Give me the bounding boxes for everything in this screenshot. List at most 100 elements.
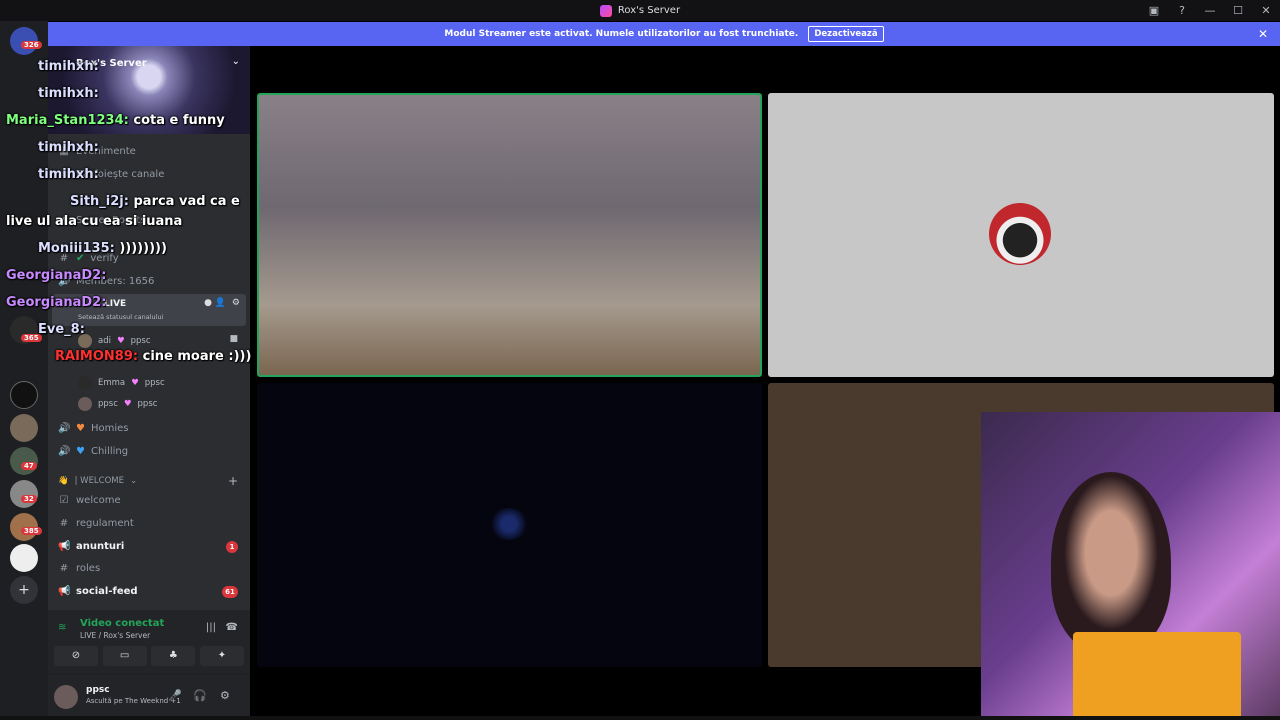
close-icon[interactable]: ✕ bbox=[1252, 4, 1280, 17]
banner-text: Modul Streamer este activat. Numele util… bbox=[444, 29, 799, 39]
check-icon: ✔ bbox=[76, 253, 85, 264]
avatar bbox=[78, 397, 92, 411]
video-tile-speaking[interactable] bbox=[257, 93, 762, 377]
channel-live-selected[interactable]: LIVE Setează statusul canalului ⚙ 👤 ● bbox=[52, 294, 246, 326]
minimize-icon[interactable]: — bbox=[1196, 4, 1224, 17]
server-icon-5[interactable] bbox=[10, 480, 38, 508]
voice-user[interactable]: Emma ♥ ppsc bbox=[78, 376, 165, 390]
settings-icon[interactable]: ⚙ bbox=[220, 689, 230, 702]
voice-channel-homies[interactable]: 🔊 ♥ Homies bbox=[58, 423, 129, 434]
user-activity: Ascultă pe The Weeknd +1 bbox=[86, 697, 181, 705]
browse-channels-item[interactable]: ≡ Răsfoiește canale bbox=[58, 169, 165, 180]
add-channel-icon[interactable]: + bbox=[228, 474, 238, 488]
settings-icon[interactable]: ⚙ bbox=[232, 298, 240, 308]
mic-icon[interactable]: 🎤 bbox=[168, 689, 182, 702]
help-icon[interactable]: ? bbox=[1168, 4, 1196, 17]
heart-icon: ♥ bbox=[76, 446, 85, 457]
heart-icon: ♥ bbox=[131, 378, 139, 388]
server-icon-3[interactable] bbox=[10, 414, 38, 442]
heart-icon: ♥ bbox=[116, 336, 125, 346]
avatar[interactable] bbox=[54, 685, 78, 709]
inbox-icon[interactable]: ▣ bbox=[1140, 4, 1168, 17]
invite-icon[interactable]: 👤 bbox=[215, 298, 226, 308]
server-icon-7[interactable] bbox=[10, 544, 38, 572]
camera-off-button[interactable]: ⊘ bbox=[54, 646, 98, 666]
title-bar: Rox's Server ▣ ? — ☐ ✕ bbox=[0, 0, 1280, 21]
window-title: Rox's Server bbox=[617, 5, 681, 16]
calendar-icon: ▦ bbox=[59, 146, 69, 157]
rules-icon: ☑ bbox=[59, 495, 69, 506]
server-icon bbox=[599, 4, 612, 17]
webcam-box bbox=[1073, 632, 1241, 720]
heart-icon: ♥ bbox=[76, 423, 85, 434]
add-server-icon[interactable]: + bbox=[10, 576, 38, 604]
signal-icon[interactable]: ≋ bbox=[58, 622, 66, 633]
server-badge: 365 bbox=[21, 334, 42, 342]
server-icon-w2g[interactable] bbox=[10, 381, 38, 409]
noise-suppression-icon[interactable]: ||| bbox=[206, 622, 216, 633]
disconnect-icon[interactable]: ☎ bbox=[226, 622, 238, 633]
channel-status-hint[interactable]: Setează statusul canalului bbox=[78, 313, 163, 321]
channel-verify[interactable]: # ✔ verify bbox=[58, 253, 119, 264]
chevron-down-icon[interactable]: ⌄ bbox=[232, 56, 240, 67]
headphones-icon[interactable]: 🎧 bbox=[193, 689, 207, 702]
activities-button[interactable]: ♣ bbox=[151, 646, 196, 666]
avatar bbox=[78, 376, 92, 390]
server-banner: Rox's Server ⌄ bbox=[48, 46, 250, 134]
soundboard-button[interactable]: ✦ bbox=[199, 646, 244, 666]
video-tile-avatar[interactable] bbox=[768, 93, 1274, 377]
browse-icon: ≡ bbox=[59, 169, 69, 180]
server-rail: 326 365 47 32 385 + bbox=[0, 21, 48, 720]
voice-user[interactable]: ppsc ♥ ppsc bbox=[78, 397, 157, 411]
screen-share-button[interactable]: ▭ bbox=[102, 646, 147, 666]
boosts-item[interactable]: ◆ Server Boosts bbox=[58, 215, 145, 226]
avatar bbox=[78, 334, 92, 348]
hash-icon: # bbox=[59, 563, 69, 574]
boost-icon: ◆ bbox=[60, 215, 68, 226]
server-badge: 47 bbox=[21, 462, 37, 470]
channel-roles[interactable]: # roles bbox=[58, 563, 100, 574]
unread-badge: 61 bbox=[222, 586, 238, 598]
video-tile-dark[interactable] bbox=[257, 383, 762, 667]
announcement-icon: 📢 bbox=[58, 586, 71, 597]
banner-close-icon[interactable]: ✕ bbox=[1258, 27, 1268, 41]
voice-user[interactable]: adi ♥ ppsc bbox=[78, 334, 151, 348]
category-welcome[interactable]: 👋 | WELCOME ⌄ bbox=[58, 476, 137, 486]
live-channel-label: LIVE bbox=[104, 299, 127, 309]
camera-icon: ■ bbox=[229, 334, 238, 344]
members-counter[interactable]: 🔊 Members: 1656 bbox=[58, 276, 154, 287]
webcam-person bbox=[1051, 472, 1171, 652]
maximize-icon[interactable]: ☐ bbox=[1224, 4, 1252, 17]
speaker-icon: 🔊 bbox=[58, 446, 71, 457]
hash-icon: # bbox=[59, 253, 69, 264]
server-badge: 32 bbox=[21, 495, 37, 503]
channel-sidebar: Rox's Server ⌄ ▦ Evenimente ≡ Răsfoiește… bbox=[48, 46, 250, 720]
streamer-mode-banner: Modul Streamer este activat. Numele util… bbox=[48, 22, 1280, 46]
username[interactable]: ppsc bbox=[86, 685, 110, 695]
channel-regulament[interactable]: # regulament bbox=[58, 518, 134, 529]
server-icon-4[interactable] bbox=[10, 447, 38, 475]
hash-icon: # bbox=[59, 518, 69, 529]
avatar bbox=[989, 203, 1051, 265]
server-name[interactable]: Rox's Server bbox=[76, 58, 147, 69]
channel-anunturi[interactable]: 📢 anunturi bbox=[58, 541, 124, 552]
voice-channel-chilling[interactable]: 🔊 ♥ Chilling bbox=[58, 446, 128, 457]
speaker-icon: 🔊 bbox=[58, 423, 71, 434]
heart-icon: ♥ bbox=[123, 399, 132, 409]
bottom-edge bbox=[0, 716, 1280, 720]
events-item[interactable]: ▦ Evenimente bbox=[58, 146, 136, 157]
server-badge: 385 bbox=[21, 527, 42, 535]
user-panel: ppsc Ascultă pe The Weeknd +1 🎤 🎧 ⚙ bbox=[48, 674, 250, 720]
voice-channel-path: LIVE / Rox's Server bbox=[80, 631, 151, 640]
wave-icon: 👋 bbox=[58, 476, 69, 486]
streamer-webcam-overlay bbox=[981, 412, 1280, 720]
channel-welcome[interactable]: ☑ welcome bbox=[58, 495, 121, 506]
chat-icon[interactable]: ● bbox=[204, 298, 212, 308]
voice-status[interactable]: Video conectat bbox=[80, 618, 164, 629]
server-badge: 326 bbox=[21, 41, 42, 49]
voice-connection-panel: ≋ Video conectat LIVE / Rox's Server |||… bbox=[48, 610, 250, 674]
disable-streamer-button[interactable]: Dezactivează bbox=[808, 26, 884, 42]
announcement-icon: 📢 bbox=[58, 541, 71, 552]
channel-social-feed[interactable]: 📢 social-feed bbox=[58, 586, 138, 597]
avatar bbox=[489, 508, 529, 540]
